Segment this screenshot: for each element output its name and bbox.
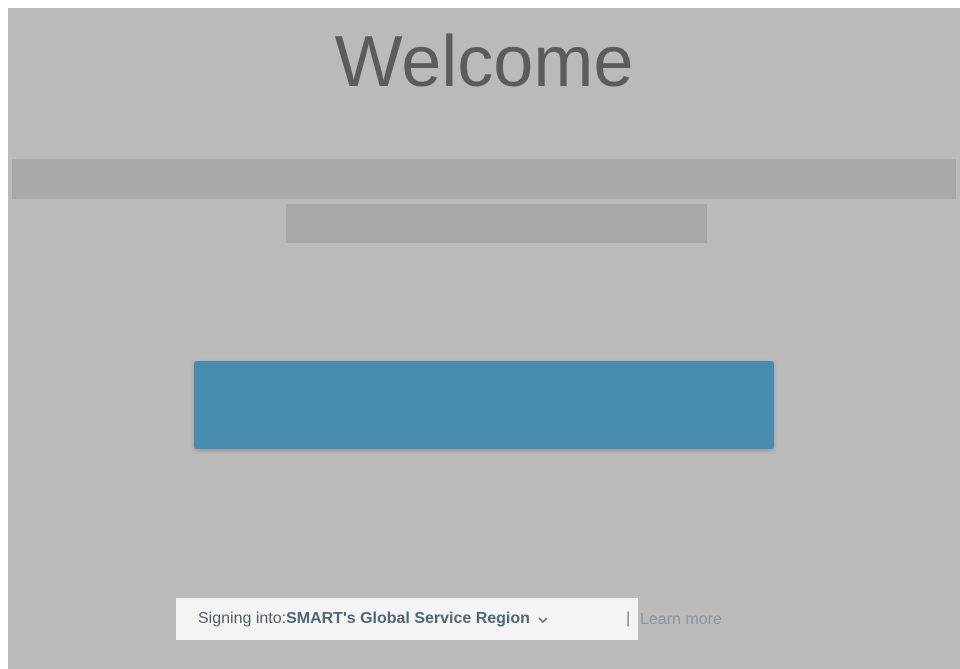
region-selector-container: Signing into: SMART's Global Service Reg…	[176, 598, 638, 640]
separator: |	[626, 610, 631, 627]
chevron-down-icon	[537, 613, 549, 625]
sign-in-button[interactable]	[194, 361, 774, 449]
region-dropdown[interactable]: SMART's Global Service Region	[286, 610, 549, 628]
login-panel: Welcome	[8, 8, 960, 669]
learn-more-link[interactable]: Learn more	[640, 611, 722, 629]
redacted-text-bar-secondary	[286, 204, 707, 243]
signing-into-label: Signing into:	[198, 610, 287, 627]
region-name: SMART's Global Service Region	[286, 610, 530, 627]
page-title: Welcome	[334, 22, 634, 102]
redacted-text-bar	[12, 159, 956, 199]
